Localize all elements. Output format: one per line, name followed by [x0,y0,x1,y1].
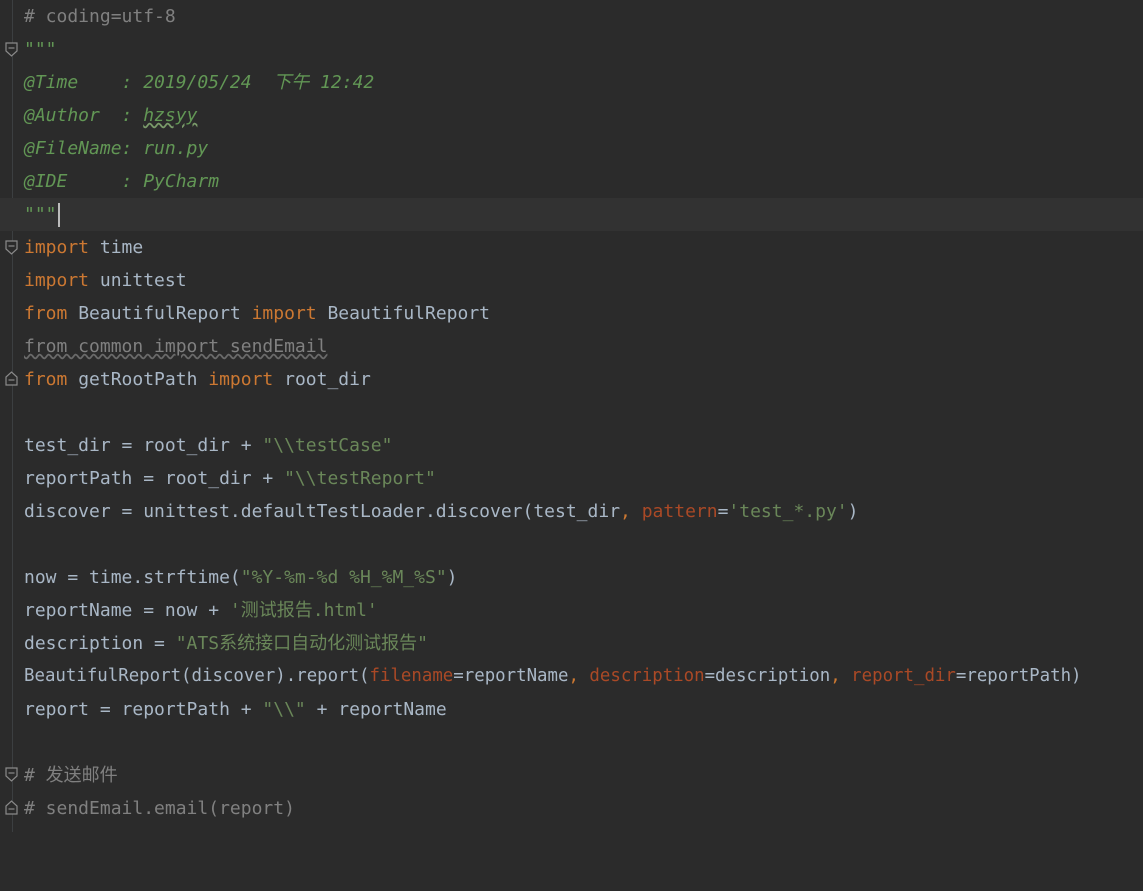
comma: , [568,666,590,686]
code-line[interactable]: @Time : 2019/05/24 下午 12:42 [0,66,1143,99]
docstring-author: hzsyy [143,105,198,126]
docstring-text: @Time : 2019/05/24 下午 12:42 [24,72,375,93]
docstring-quote: """ [24,204,57,225]
keyword: from [24,303,68,324]
identifier: unittest [89,270,187,291]
code-line[interactable]: @Author : hzsyy [0,99,1143,132]
unused-import: from common import sendEmail [24,336,328,357]
identifier: BeautifulReport [67,303,252,324]
paren: ) [446,567,458,588]
code-line[interactable]: import unittest [0,264,1143,297]
code-line[interactable]: @IDE : PyCharm [0,165,1143,198]
code-line[interactable]: BeautifulReport(discover).report(filenam… [0,660,1143,693]
argument: =reportName [453,666,569,686]
code-line[interactable]: from common import sendEmail [0,330,1143,363]
comment: # sendEmail.email(report) [24,798,295,819]
statement: + reportName [305,699,447,720]
code-line[interactable]: # sendEmail.email(report) [0,792,1143,825]
text-cursor [57,203,60,227]
statement: now = time.strftime( [24,567,241,588]
keyword: import [24,270,90,291]
operator: = [717,501,729,522]
identifier: BeautifulReport [316,303,491,324]
code-line[interactable]: from BeautifulReport import BeautifulRep… [0,297,1143,330]
statement: report = reportPath + [24,699,263,720]
string: '测试报告.html' [229,600,378,621]
keyword: import [251,303,317,324]
code-line[interactable]: @FileName: run.py [0,132,1143,165]
comma: , [620,501,642,522]
code-line[interactable]: discover = unittest.defaultTestLoader.di… [0,495,1143,528]
code-line[interactable]: from getRootPath import root_dir [0,363,1143,396]
comment: # 发送邮件 [24,765,118,786]
code-line[interactable]: """ [0,33,1143,66]
paren: ) [847,501,859,522]
current-line[interactable]: """ [0,198,1143,231]
statement: discover = unittest.defaultTestLoader.di… [24,501,621,522]
comment: # coding=utf-8 [24,6,176,27]
code-line[interactable]: test_dir = root_dir + "\\testCase" [0,429,1143,462]
statement: test_dir = root_dir + [24,435,263,456]
argument: =description [704,666,831,686]
parameter: pattern [641,501,718,522]
docstring-text: @Author : [24,105,144,126]
string: 'test_*.py' [728,501,848,522]
code-line[interactable]: description = "ATS系统接口自动化测试报告" [0,627,1143,660]
code-line[interactable] [0,396,1143,429]
docstring-quote: """ [24,39,57,60]
parameter: filename [369,666,454,686]
identifier: root_dir [273,369,371,390]
code-editor[interactable]: # coding=utf-8 """ @Time : 2019/05/24 下午… [0,0,1143,832]
string: "\\" [262,699,306,720]
code-line[interactable]: import time [0,231,1143,264]
code-line[interactable]: # 发送邮件 [0,759,1143,792]
docstring-text: @FileName: run.py [24,138,209,159]
code-line[interactable]: reportName = now + '测试报告.html' [0,594,1143,627]
code-line[interactable]: # coding=utf-8 [0,0,1143,33]
string: "\\testCase" [262,435,393,456]
keyword: import [24,237,90,258]
statement: description = [24,633,176,654]
string: "ATS系统接口自动化测试报告" [175,633,428,654]
code-line[interactable]: report = reportPath + "\\" + reportName [0,693,1143,726]
statement: reportName = now + [24,600,230,621]
code-line[interactable] [0,726,1143,759]
code-line[interactable]: reportPath = root_dir + "\\testReport" [0,462,1143,495]
identifier: getRootPath [67,369,209,390]
string: "\\testReport" [284,468,436,489]
code-line[interactable]: now = time.strftime("%Y-%m-%d %H_%M_%S") [0,561,1143,594]
docstring-text: @IDE : PyCharm [24,171,220,192]
comma: , [830,666,852,686]
statement: BeautifulReport(discover).report( [24,666,370,686]
identifier: time [89,237,144,258]
parameter: description [589,666,705,686]
argument: =reportPath) [955,666,1082,686]
parameter: report_dir [851,666,956,686]
statement: reportPath = root_dir + [24,468,285,489]
string: "%Y-%m-%d %H_%M_%S" [240,567,447,588]
code-line[interactable] [0,528,1143,561]
keyword: import [208,369,274,390]
keyword: from [24,369,68,390]
